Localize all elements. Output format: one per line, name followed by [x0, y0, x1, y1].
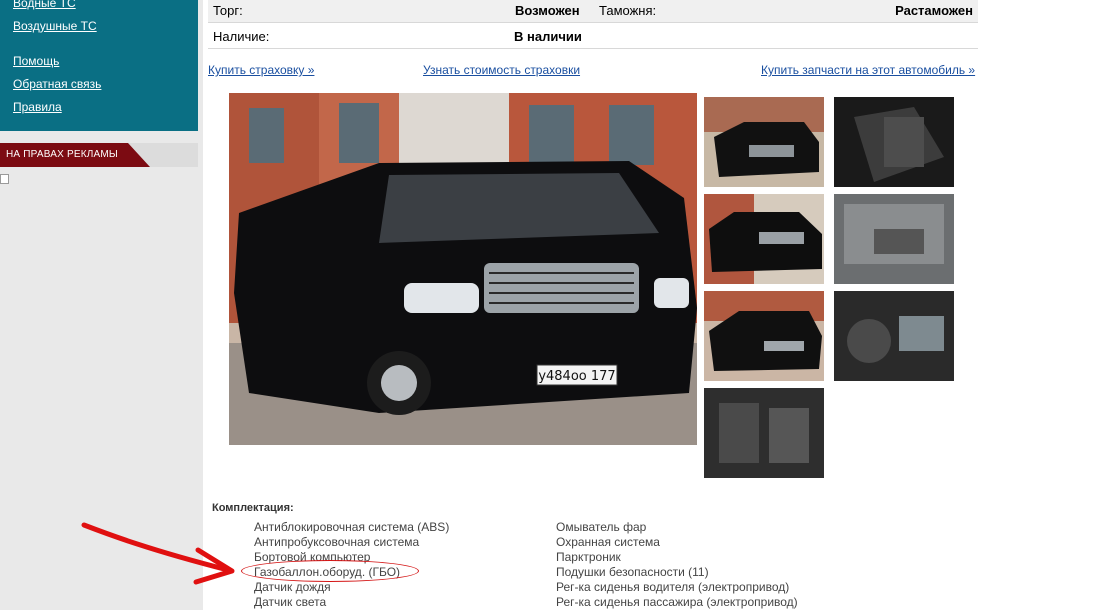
- main-content: Торг: Возможен Таможня: Растаможен Налич…: [203, 0, 1110, 610]
- thumb-3[interactable]: [704, 194, 824, 284]
- customs-label: Таможня:: [599, 3, 657, 18]
- thumb-4[interactable]: [834, 194, 954, 284]
- thumb-6[interactable]: [834, 291, 954, 381]
- thumb-5[interactable]: [704, 291, 824, 381]
- equipment-item: Рег-ка сиденья пассажира (электропривод): [556, 595, 798, 609]
- equipment-item: Парктроник: [556, 550, 621, 564]
- customs-value: Растаможен: [895, 3, 973, 18]
- buy-parts-link[interactable]: Купить запчасти на этот автомобиль »: [761, 63, 975, 77]
- equipment-item: Антиблокировочная система (ABS): [254, 520, 450, 534]
- red-arrow-annotation: [81, 522, 235, 585]
- info-row-availability: Наличие: В наличии: [208, 26, 978, 49]
- equipment-item: Датчик света: [254, 595, 327, 609]
- equipment-item: Подушки безопасности (11): [556, 565, 709, 579]
- equipment-item: Рег-ка сиденья водителя (электропривод): [556, 580, 790, 594]
- thumb-2[interactable]: [834, 97, 954, 187]
- torg-value: Возможен: [515, 3, 580, 18]
- license-plate: у484оо 177: [538, 369, 615, 384]
- thumb-1[interactable]: [704, 97, 824, 187]
- insurance-cost-link[interactable]: Узнать стоимость страховки: [423, 63, 580, 77]
- info-row-torg: Торг: Возможен Таможня: Растаможен: [208, 0, 978, 23]
- main-car-photo[interactable]: у484оо 177: [229, 93, 697, 445]
- thumb-7[interactable]: [704, 388, 824, 478]
- highlight-ellipse: [241, 560, 419, 582]
- equipment-item: Омыватель фар: [556, 520, 647, 534]
- equipment-item: Датчик дождя: [254, 580, 331, 594]
- equipment-item: Охранная система: [556, 535, 660, 549]
- equipment-item: Антипробуксовочная система: [254, 535, 420, 549]
- availability-value: В наличии: [514, 29, 582, 44]
